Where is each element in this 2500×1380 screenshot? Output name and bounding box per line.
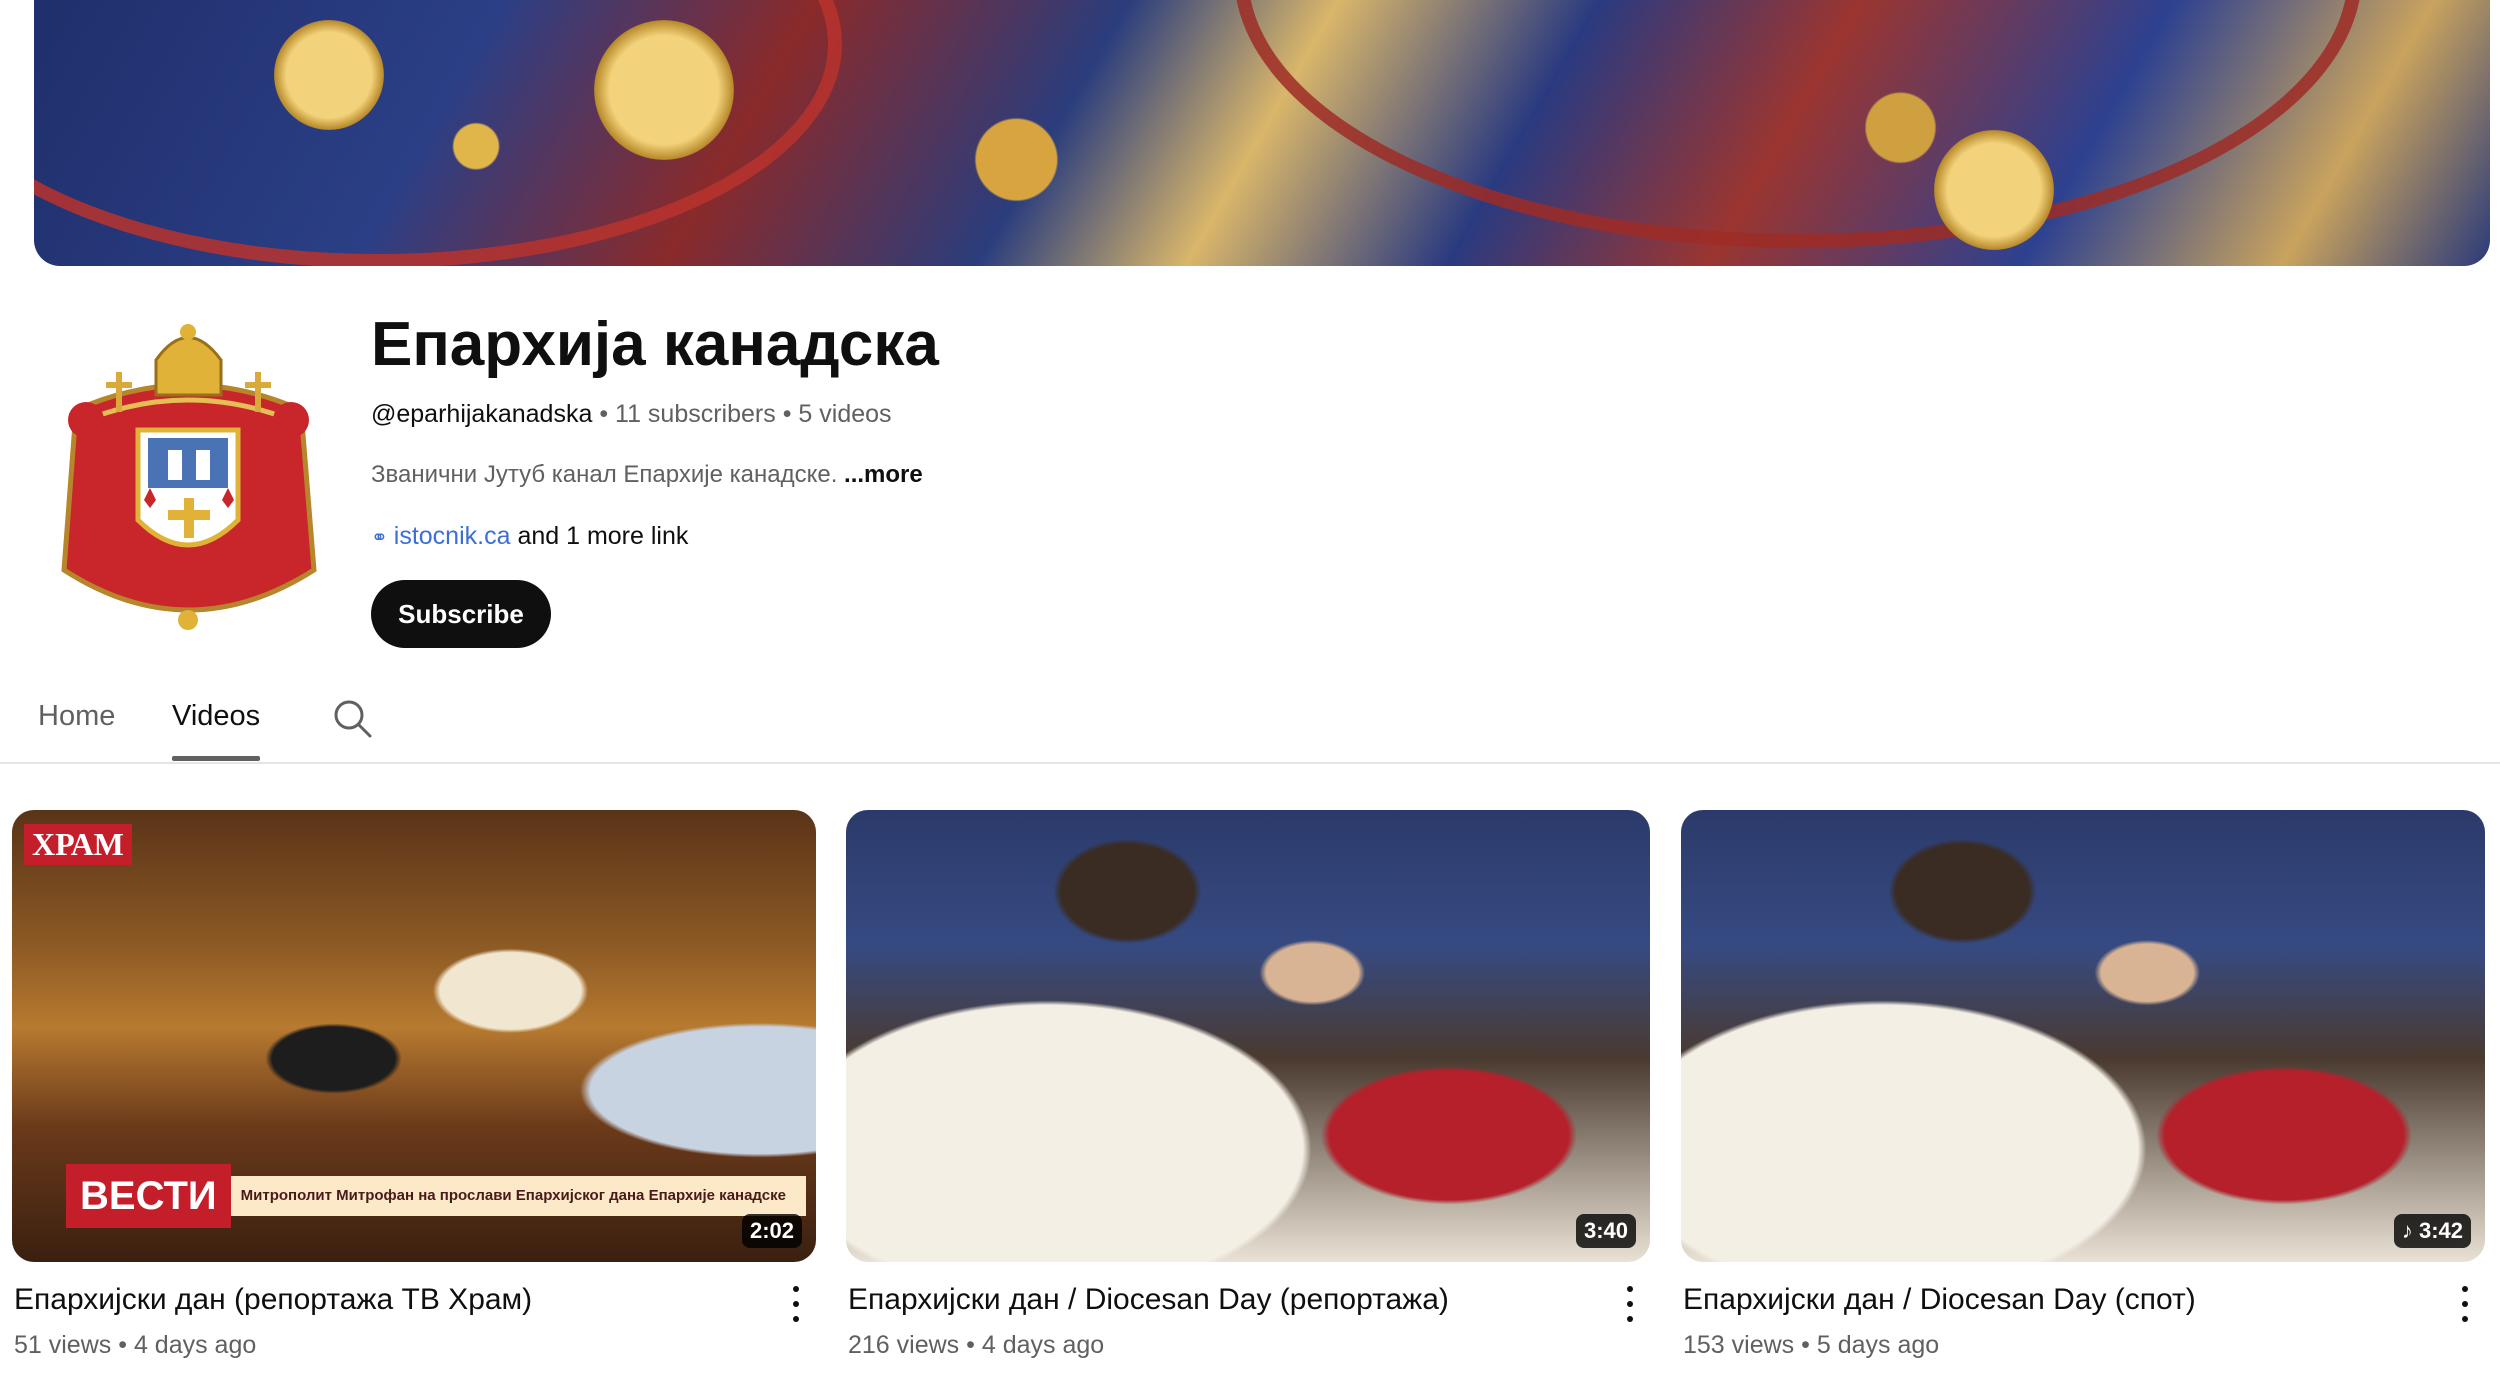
video-card[interactable]: ♪ 3:42 Епархијски дан / Diocesan Day (сп…: [1681, 810, 2485, 1380]
description-text: Званични Јутуб канал Епархије канадске.: [371, 461, 838, 488]
subscribe-button[interactable]: Subscribe: [371, 580, 551, 648]
duration-badge: 3:40: [1575, 1214, 1636, 1248]
channel-avatar: [56, 320, 321, 640]
meta-separator: •: [1801, 1331, 1810, 1359]
more-options-icon[interactable]: [2455, 1284, 2475, 1324]
channel-handle: @eparhijakanadska: [371, 400, 593, 428]
coat-of-arms-icon: [61, 324, 317, 630]
video-title[interactable]: Епархијски дан (репортажа ТВ Храм): [14, 1280, 532, 1320]
duration-badge: ♪ 3:42: [2393, 1214, 2471, 1248]
meta-separator: •: [966, 1331, 975, 1359]
more-button[interactable]: ...more: [844, 461, 923, 488]
meta-separator: •: [782, 400, 792, 428]
music-note-icon: ♪: [2401, 1218, 2413, 1243]
video-title[interactable]: Епархијски дан / Diocesan Day (спот): [1683, 1280, 2196, 1320]
video-meta: 153 views • 5 days ago: [1683, 1328, 1939, 1362]
more-options-icon[interactable]: [1620, 1284, 1640, 1324]
video-title[interactable]: Епархијски дан / Diocesan Day (репортажа…: [848, 1280, 1449, 1320]
video-card[interactable]: 3:40 Епархијски дан / Diocesan Day (репо…: [846, 810, 1650, 1380]
channel-name: Епархија канадска: [371, 310, 939, 379]
channel-link[interactable]: istocnik.ca: [394, 522, 511, 550]
view-count: 153 views: [1683, 1331, 1795, 1359]
video-count: 5 videos: [798, 400, 892, 428]
meta-separator: •: [118, 1331, 127, 1359]
more-links-button[interactable]: and 1 more link: [517, 522, 688, 550]
channel-banner: [34, 0, 2490, 266]
search-icon[interactable]: [330, 696, 374, 740]
video-meta: 51 views • 4 days ago: [14, 1328, 256, 1362]
video-thumbnail[interactable]: ♪ 3:42: [1681, 810, 2485, 1262]
upload-age: 4 days ago: [981, 1331, 1105, 1359]
meta-separator: •: [599, 400, 609, 428]
tabs-divider: [0, 762, 2500, 764]
duration-text: 3:42: [2418, 1218, 2463, 1243]
news-tag: ВЕСТИ: [66, 1164, 231, 1228]
duration-badge: 2:02: [741, 1214, 802, 1248]
video-meta: 216 views • 4 days ago: [848, 1328, 1104, 1362]
channel-links: ⚭ istocnik.ca and 1 more link: [371, 518, 688, 556]
video-thumbnail[interactable]: 3:40: [846, 810, 1650, 1262]
more-options-icon[interactable]: [786, 1284, 806, 1324]
video-card[interactable]: ХРАМ ВЕСТИ Митрополит Митрофан на просла…: [12, 810, 816, 1380]
tab-home[interactable]: Home: [38, 690, 115, 742]
upload-age: 5 days ago: [1816, 1331, 1940, 1359]
subscriber-count: 11 subscribers: [615, 400, 776, 428]
tab-videos[interactable]: Videos: [172, 690, 261, 761]
view-count: 51 views: [14, 1331, 112, 1359]
channel-meta: @eparhijakanadska • 11 subscribers • 5 v…: [371, 396, 892, 432]
channel-description[interactable]: Званични Јутуб канал Епархије канадске. …: [371, 458, 923, 492]
view-count: 216 views: [848, 1331, 960, 1359]
video-thumbnail[interactable]: ХРАМ ВЕСТИ Митрополит Митрофан на просла…: [12, 810, 816, 1262]
news-caption: Митрополит Митрофан на прослави Епархијс…: [230, 1176, 806, 1216]
link-icon: ⚭: [371, 527, 388, 549]
news-lower-third: ВЕСТИ Митрополит Митрофан на прослави Еп…: [66, 1164, 806, 1228]
channel-logo-overlay: ХРАМ: [24, 824, 132, 865]
upload-age: 4 days ago: [133, 1331, 257, 1359]
